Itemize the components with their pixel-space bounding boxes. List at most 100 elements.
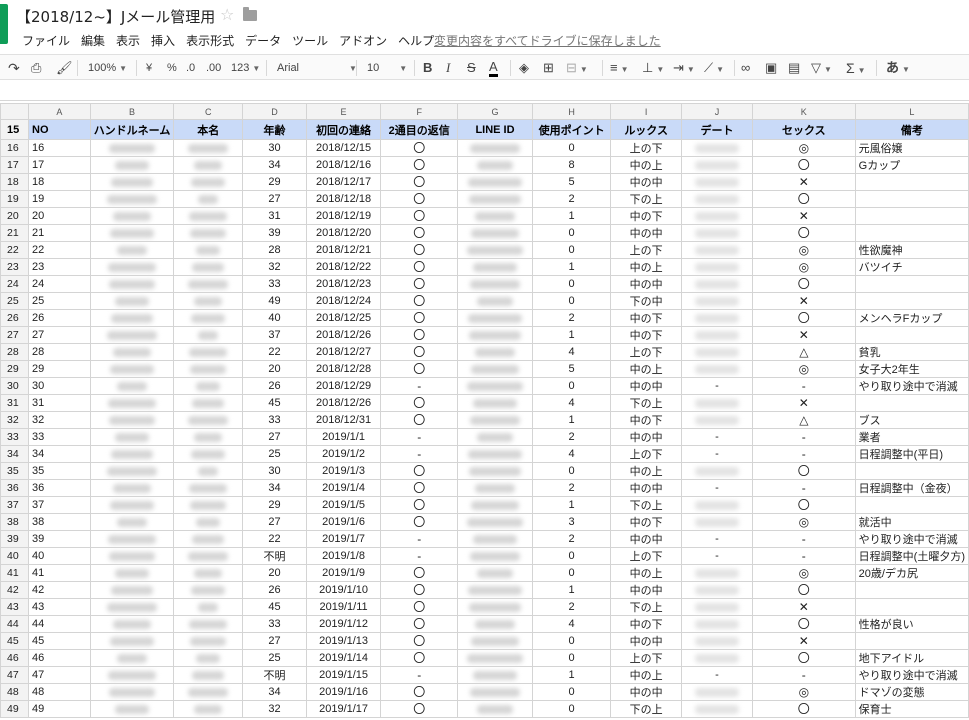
cell-points[interactable]: 1 xyxy=(531,496,612,514)
cell-real-name[interactable] xyxy=(173,632,244,650)
cell-note[interactable]: 就活中 xyxy=(854,513,969,531)
cell-second-reply[interactable]: - xyxy=(380,445,459,463)
cell-points[interactable]: 0 xyxy=(531,241,612,259)
cell-handle-name[interactable] xyxy=(89,632,175,650)
percent-format-button[interactable]: % xyxy=(167,60,177,76)
font-family-select[interactable]: Arial ▼ xyxy=(277,60,357,76)
cell-date[interactable] xyxy=(681,598,753,616)
row-number[interactable]: 17 xyxy=(0,156,30,174)
cell-no[interactable]: 38 xyxy=(28,513,91,531)
cell-real-name[interactable] xyxy=(173,190,244,208)
menu-item[interactable]: アドオン xyxy=(339,32,387,49)
cell-note[interactable]: やり取り途中で消滅 xyxy=(854,666,969,684)
cell-note[interactable] xyxy=(854,292,969,310)
cell-looks[interactable]: 中の中 xyxy=(610,428,683,446)
cell-looks[interactable]: 中の下 xyxy=(610,309,683,327)
row-number[interactable]: 21 xyxy=(0,224,30,242)
cell-looks[interactable]: 中の中 xyxy=(610,479,683,497)
cell-real-name[interactable] xyxy=(173,513,244,531)
cell-date[interactable]: - xyxy=(681,530,753,548)
cell-first-contact[interactable]: 2019/1/7 xyxy=(305,530,382,548)
cell-no[interactable]: 33 xyxy=(28,428,91,446)
row-number[interactable]: 29 xyxy=(0,360,30,378)
functions-icon[interactable]: Σ ▼ xyxy=(846,60,866,76)
insert-comment-icon[interactable]: ▣ xyxy=(765,60,777,76)
cell-note[interactable] xyxy=(854,173,969,191)
cell-note[interactable]: 女子大2年生 xyxy=(854,360,969,378)
cell-real-name[interactable] xyxy=(173,292,244,310)
cell-handle-name[interactable] xyxy=(89,530,175,548)
cell-sex[interactable]: ◎ xyxy=(751,139,856,157)
cell-looks[interactable]: 上の下 xyxy=(610,649,683,667)
cell-second-reply[interactable]: 〇 xyxy=(380,190,459,208)
cell-sex[interactable]: - xyxy=(751,428,856,446)
cell-age[interactable]: 32 xyxy=(242,700,307,718)
cell-second-reply[interactable]: 〇 xyxy=(380,632,459,650)
cell-note[interactable] xyxy=(854,632,969,650)
cell-age[interactable]: 27 xyxy=(242,428,307,446)
cell-sex[interactable]: 〇 xyxy=(751,700,856,718)
text-rotation-icon[interactable]: ⟋ ▼ xyxy=(704,60,724,76)
cell-first-contact[interactable]: 2019/1/6 xyxy=(305,513,382,531)
row-number[interactable]: 47 xyxy=(0,666,30,684)
cell-note[interactable]: 保育士 xyxy=(854,700,969,718)
cell-real-name[interactable] xyxy=(173,530,244,548)
cell-sex[interactable]: 〇 xyxy=(751,496,856,514)
column-letter[interactable]: D xyxy=(242,103,307,120)
cell-age[interactable]: 34 xyxy=(242,479,307,497)
cell-points[interactable]: 1 xyxy=(531,581,612,599)
cell-looks[interactable]: 中の上 xyxy=(610,666,683,684)
cell-handle-name[interactable] xyxy=(89,224,175,242)
strikethrough-button[interactable]: S xyxy=(467,60,476,76)
cell-first-contact[interactable]: 2018/12/19 xyxy=(305,207,382,225)
cell-no[interactable]: 31 xyxy=(28,394,91,412)
cell-looks[interactable]: 中の上 xyxy=(610,462,683,480)
cell-first-contact[interactable]: 2019/1/10 xyxy=(305,581,382,599)
column-header[interactable]: ハンドルネーム xyxy=(89,119,175,140)
cell-first-contact[interactable]: 2018/12/21 xyxy=(305,241,382,259)
row-number[interactable]: 39 xyxy=(0,530,30,548)
cell-date[interactable] xyxy=(681,564,753,582)
cell-handle-name[interactable] xyxy=(89,581,175,599)
cell-date[interactable] xyxy=(681,275,753,293)
row-number[interactable]: 33 xyxy=(0,428,30,446)
cell-looks[interactable]: 中の下 xyxy=(610,513,683,531)
cell-date[interactable] xyxy=(681,241,753,259)
cell-sex[interactable]: - xyxy=(751,666,856,684)
column-header[interactable]: セックス xyxy=(751,119,856,140)
cell-sex[interactable]: ✕ xyxy=(751,207,856,225)
cell-first-contact[interactable]: 2018/12/28 xyxy=(305,360,382,378)
print-icon[interactable]: ⎙ xyxy=(31,60,41,76)
cell-handle-name[interactable] xyxy=(89,190,175,208)
formula-bar[interactable] xyxy=(0,80,969,101)
corner-cell[interactable] xyxy=(0,103,30,120)
cell-date[interactable] xyxy=(681,326,753,344)
cell-first-contact[interactable]: 2018/12/15 xyxy=(305,139,382,157)
cell-age[interactable]: 20 xyxy=(242,360,307,378)
cell-date[interactable] xyxy=(681,394,753,412)
cell-date[interactable]: - xyxy=(681,547,753,565)
vertical-align-icon[interactable]: ⊥ ▼ xyxy=(642,60,664,76)
cell-real-name[interactable] xyxy=(173,377,244,395)
cell-handle-name[interactable] xyxy=(89,462,175,480)
cell-sex[interactable]: - xyxy=(751,547,856,565)
cell-points[interactable]: 2 xyxy=(531,190,612,208)
cell-handle-name[interactable] xyxy=(89,292,175,310)
cell-points[interactable]: 1 xyxy=(531,326,612,344)
cell-points[interactable]: 4 xyxy=(531,445,612,463)
cell-looks[interactable]: 中の下 xyxy=(610,207,683,225)
cell-handle-name[interactable] xyxy=(89,683,175,701)
merge-cells-icon[interactable]: ⊟ ▼ xyxy=(566,60,588,76)
cell-note[interactable] xyxy=(854,224,969,242)
cell-sex[interactable]: ✕ xyxy=(751,394,856,412)
cell-points[interactable]: 1 xyxy=(531,258,612,276)
cell-real-name[interactable] xyxy=(173,207,244,225)
cell-sex[interactable]: 〇 xyxy=(751,156,856,174)
cell-real-name[interactable] xyxy=(173,139,244,157)
cell-looks[interactable]: 中の中 xyxy=(610,224,683,242)
cell-real-name[interactable] xyxy=(173,598,244,616)
cell-real-name[interactable] xyxy=(173,496,244,514)
cell-looks[interactable]: 下の上 xyxy=(610,496,683,514)
cell-looks[interactable]: 上の下 xyxy=(610,445,683,463)
cell-second-reply[interactable]: - xyxy=(380,666,459,684)
